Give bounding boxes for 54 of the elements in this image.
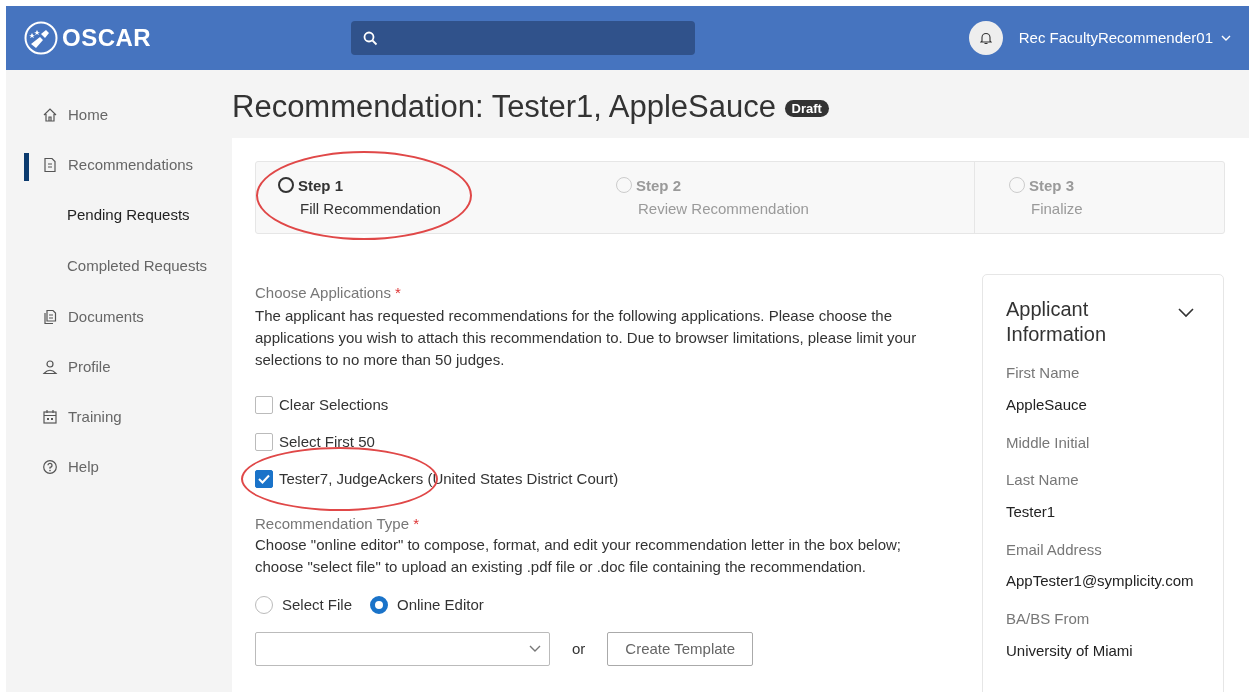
field-label: Email Address (1006, 539, 1103, 560)
radio-label: Online Editor (397, 594, 484, 615)
chevron-down-icon (1221, 34, 1231, 42)
user-menu[interactable]: Rec FacultyRecommender01 (1018, 26, 1213, 50)
field-value: Tester1 (1006, 501, 1057, 522)
help-text: The applicant has requested recommendations for the following applications. Please choose the applications you wish to attach this recommendation to. Due to browser limitations, please limit your selections to no more than 50 judges. (255, 305, 918, 370)
page-title: Recommendation: Tester1, AppleSauce (232, 89, 776, 124)
step-tab[interactable]: Step 1 Fill Recommendation (256, 162, 594, 233)
chevron-down-icon[interactable] (1178, 308, 1194, 318)
create-template-button[interactable]: Create Template (607, 632, 754, 666)
step-tab[interactable]: Step 3 Finalize (974, 162, 1224, 233)
radio-label: Select File (282, 594, 353, 615)
person-icon (42, 359, 58, 375)
notification-button[interactable] (968, 21, 1003, 55)
logo-icon (24, 21, 58, 55)
sidebar-item[interactable]: Recommendations (68, 153, 194, 177)
home-icon (42, 107, 58, 123)
status-badge: Draft (784, 100, 829, 117)
sidebar-item[interactable]: Profile (68, 355, 111, 379)
sidebar-item[interactable]: Home (68, 103, 108, 127)
template-select[interactable] (255, 632, 550, 666)
search-icon (363, 31, 379, 46)
checkbox[interactable] (255, 433, 273, 451)
bell-icon (979, 31, 992, 45)
or-text: or (572, 638, 586, 659)
field-label: Choose Applications * (255, 284, 401, 301)
sidebar-subitem[interactable]: Completed Requests (67, 255, 208, 278)
field-label: BA/BS From (1006, 609, 1091, 629)
sidebar-item[interactable]: Training (68, 405, 122, 429)
step-circle-icon (278, 177, 294, 193)
checkbox[interactable] (255, 396, 273, 414)
calendar-icon (42, 409, 58, 425)
help-icon (42, 459, 58, 475)
checkbox[interactable] (255, 470, 273, 488)
help-text: Choose "online editor" to compose, format, and edit your recommendation letter in the box below; choose "select file" to upload an existing .pdf file or .doc file containing the recommendation. (255, 534, 902, 577)
chevron-down-icon (529, 645, 541, 653)
field-label: First Name (1006, 363, 1081, 383)
field-label: Last Name (1006, 470, 1080, 490)
field-value: AppleSauce (1006, 394, 1088, 415)
card-title: Applicant Information (1006, 297, 1108, 347)
checkbox-label: Clear Selections (279, 394, 389, 415)
checkbox-label: Select First 50 (279, 431, 375, 452)
documents-icon (42, 309, 58, 325)
logo-text[interactable]: OSCAR (62, 20, 152, 56)
sidebar-item[interactable]: Help (68, 455, 99, 479)
field-label: Middle Initial (1006, 432, 1091, 453)
field-value: University of Miami (1006, 640, 1134, 661)
sidebar-item[interactable]: Documents (68, 305, 144, 329)
radio-button[interactable] (370, 595, 389, 614)
field-value: AppTester1@symplicity.com (1006, 571, 1195, 591)
search-field[interactable] (351, 21, 696, 55)
document-icon (42, 157, 58, 173)
sidebar-subitem[interactable]: Pending Requests (67, 204, 190, 227)
field-label: Recommendation Type * (255, 514, 419, 532)
